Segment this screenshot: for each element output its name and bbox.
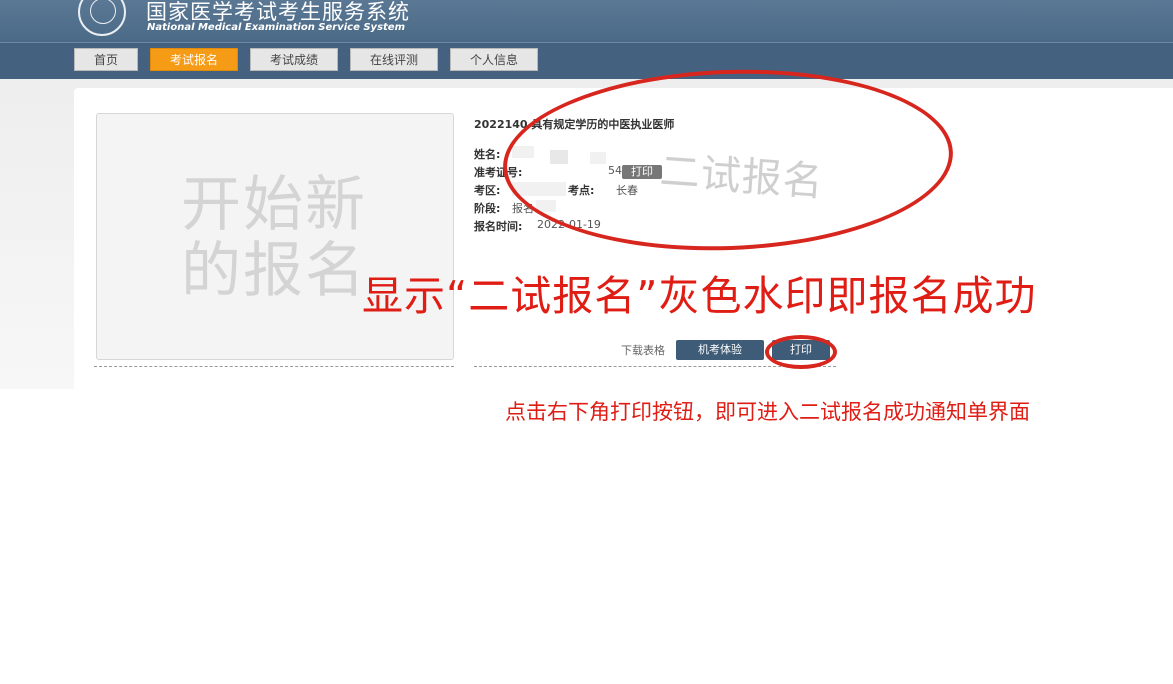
site-logo-icon [78,0,126,36]
new-registration-line2: 的报名 [181,236,367,306]
tab-exam-scores[interactable]: 考试成绩 [250,48,338,71]
new-registration-text: 开始新 的报名 [181,172,381,304]
card-divider [94,366,454,367]
annotation-ellipse-print [765,335,837,369]
new-registration-card[interactable]: 开始新 的报名 [96,113,454,360]
tab-home[interactable]: 首页 [74,48,138,71]
registration-time-label: 报名时间: [474,220,523,233]
new-registration-line1: 开始新 [181,170,367,240]
site-subtitle: National Medical Examination Service Sys… [147,22,406,33]
annotation-success-note: 显示“二试报名”灰色水印即报名成功 [362,272,1037,320]
tab-personal-info[interactable]: 个人信息 [450,48,538,71]
main-nav: 首页 考试报名 考试成绩 在线评测 个人信息 [0,42,1173,79]
site-header: 国家医学考试考生服务系统 National Medical Examinatio… [0,0,1173,42]
tab-online-assessment[interactable]: 在线评测 [350,48,438,71]
annotation-print-hint: 点击右下角打印按钮，即可进入二试报名成功通知单界面 [505,400,1030,424]
tab-exam-registration[interactable]: 考试报名 [150,48,238,71]
download-forms-link[interactable]: 下载表格 [621,342,665,358]
stage-label: 阶段: [474,202,501,215]
exam-area-label: 考区: [474,184,501,197]
name-label: 姓名: [474,148,501,161]
machine-exam-button[interactable]: 机考体验 [676,340,764,360]
